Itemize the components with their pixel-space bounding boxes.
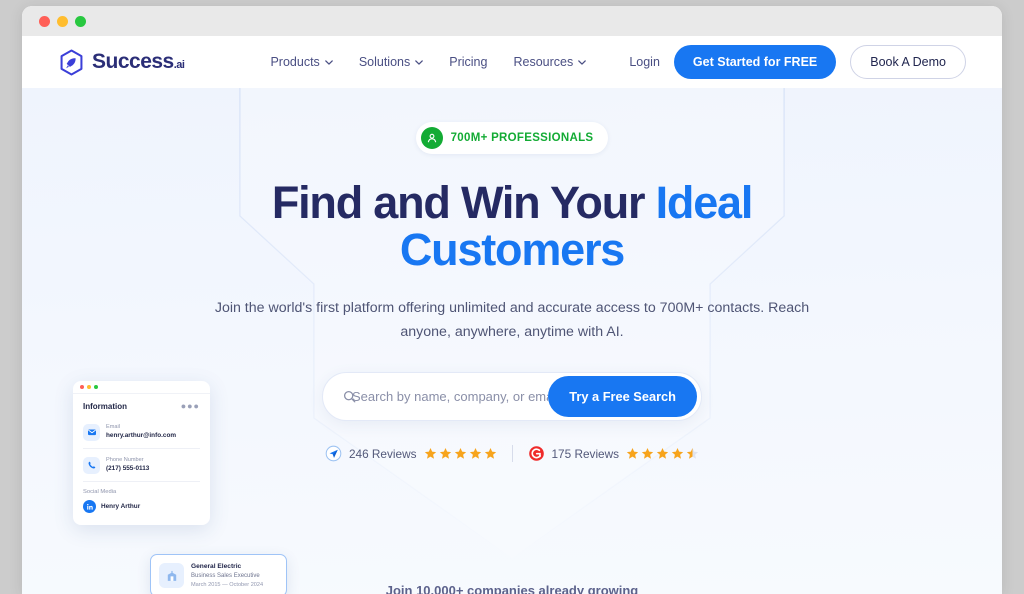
- site-header: Success.ai Products Solutions Pricing Re…: [22, 36, 1002, 88]
- reviews-divider: [511, 445, 513, 463]
- card-divider: [83, 481, 200, 482]
- nav-item-resources[interactable]: Resources: [513, 55, 587, 69]
- phone-icon: [83, 456, 100, 474]
- company-dates: March 2015 — October 2024: [191, 581, 264, 588]
- search-input[interactable]: [350, 389, 549, 405]
- nav-item-label: Products: [270, 55, 320, 69]
- nav-item-solutions[interactable]: Solutions: [358, 55, 424, 69]
- login-link[interactable]: Login: [629, 55, 660, 69]
- card-divider: [83, 448, 200, 449]
- chevron-down-icon: [415, 59, 424, 65]
- linkedin-icon: [83, 500, 96, 513]
- company-name: General Electric: [191, 563, 242, 570]
- social-media-label: Social Media: [83, 489, 117, 495]
- star-icon: [656, 448, 669, 459]
- g2-icon: [528, 446, 544, 462]
- header-actions: Login Get Started for FREE Book A Demo: [629, 45, 966, 79]
- star-icon: [469, 448, 481, 459]
- star-rating: [626, 447, 699, 460]
- star-icon: [424, 448, 436, 459]
- main-navigation: Products Solutions Pricing Resources: [270, 55, 587, 69]
- professionals-badge: 700M+ PROFESSIONALS: [415, 122, 609, 154]
- reviews-row: 246 Reviews 175 Reviews: [325, 445, 700, 463]
- trustpilot-icon: [325, 445, 342, 462]
- social-profile-name: Henry Arthur: [101, 503, 141, 510]
- card-dot-green: [94, 385, 98, 389]
- book-demo-button[interactable]: Book A Demo: [850, 45, 966, 79]
- try-free-search-button[interactable]: Try a Free Search: [548, 376, 697, 418]
- headline-accent-2: Customers: [399, 223, 625, 275]
- page-title: Find and Win Your Ideal Customers: [182, 177, 842, 275]
- company-role: Business Sales Executive: [191, 572, 260, 579]
- nav-item-label: Resources: [513, 55, 574, 69]
- info-row-email: Email henry.arthur@info.com: [83, 419, 200, 445]
- window-close-button[interactable]: [39, 15, 50, 27]
- nav-item-products[interactable]: Products: [270, 55, 333, 69]
- chevron-down-icon: [578, 59, 587, 65]
- hero-search-bar: Try a Free Search: [322, 372, 702, 422]
- more-options-icon[interactable]: ●●●: [181, 402, 200, 411]
- person-icon: [420, 127, 443, 149]
- contact-information-card: Information ●●● Email henry.arthur@info.…: [73, 381, 210, 525]
- building-icon: [159, 563, 184, 589]
- star-icon: [484, 448, 496, 459]
- window-maximize-button[interactable]: [75, 15, 86, 27]
- social-media-row[interactable]: Henry Arthur: [83, 500, 200, 513]
- envelope-icon: [83, 423, 100, 441]
- chevron-down-icon: [324, 59, 333, 65]
- star-half-icon: [686, 448, 699, 459]
- star-rating: [424, 447, 497, 460]
- review-group-g2[interactable]: 175 Reviews: [528, 445, 700, 462]
- info-row-phone: Phone Number (217) 555-0113: [83, 452, 200, 478]
- company-experience-card: General Electric Business Sales Executiv…: [150, 554, 287, 594]
- info-text-block: Email henry.arthur@info.com: [106, 423, 176, 441]
- card-titlebar: [73, 381, 210, 394]
- review-count-label: 246 Reviews: [348, 446, 417, 461]
- info-value: (217) 555-0113: [106, 465, 150, 473]
- hero-section: 700M+ PROFESSIONALS Find and Win Your Id…: [22, 88, 1002, 594]
- info-text-block: Phone Number (217) 555-0113: [106, 456, 149, 474]
- page-viewport: Success.ai Products Solutions Pricing Re…: [22, 36, 1002, 594]
- window-minimize-button[interactable]: [57, 15, 68, 27]
- card-body: Information ●●● Email henry.arthur@info.…: [73, 394, 210, 525]
- rocket-hexagon-icon: [60, 49, 83, 75]
- info-value: henry.arthur@info.com: [106, 432, 177, 440]
- card-dot-yellow: [87, 385, 91, 389]
- info-label: Phone Number: [106, 457, 144, 463]
- star-icon: [454, 448, 466, 459]
- window-titlebar: [22, 6, 1002, 36]
- review-group-trustpilot[interactable]: 246 Reviews: [325, 445, 497, 462]
- get-started-button[interactable]: Get Started for FREE: [673, 45, 837, 79]
- nav-item-pricing[interactable]: Pricing: [449, 55, 487, 69]
- card-dot-red: [80, 385, 84, 389]
- nav-item-label: Solutions: [358, 55, 411, 69]
- headline-accent-1: Ideal: [655, 177, 754, 228]
- star-icon: [626, 448, 639, 459]
- headline-part-1: Find and Win Your: [271, 177, 656, 228]
- card-header-row: Information ●●●: [83, 402, 200, 412]
- star-icon: [671, 448, 684, 459]
- star-icon: [439, 448, 451, 459]
- professionals-badge-label: 700M+ PROFESSIONALS: [450, 132, 594, 144]
- company-text-block: General Electric Business Sales Executiv…: [191, 562, 263, 589]
- star-icon: [641, 448, 654, 459]
- browser-window: Success.ai Products Solutions Pricing Re…: [22, 6, 1002, 594]
- brand-logo[interactable]: Success.ai: [58, 49, 185, 76]
- card-title: Information: [83, 402, 127, 411]
- hero-subheading: Join the world's first platform offering…: [214, 299, 810, 341]
- nav-item-label: Pricing: [449, 55, 488, 69]
- brand-logo-text: Success.ai: [92, 50, 185, 73]
- info-label: Email: [106, 424, 120, 430]
- review-count-label: 175 Reviews: [551, 446, 620, 461]
